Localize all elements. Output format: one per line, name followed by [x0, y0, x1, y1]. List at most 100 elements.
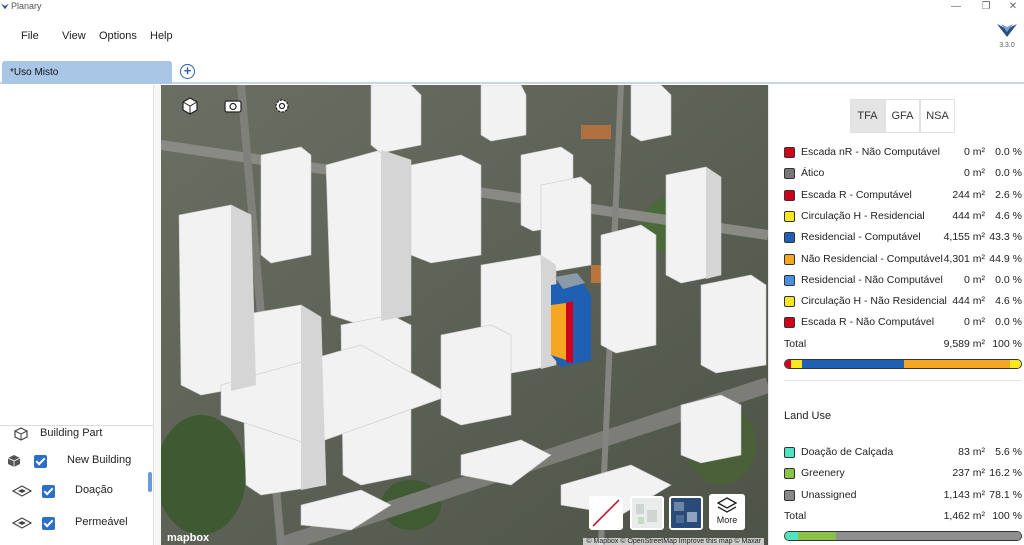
color-swatch: [784, 253, 795, 265]
more-layers-button[interactable]: More: [709, 494, 745, 530]
area-row: Circulação H - Residencial 444 m² 4.6 %: [769, 207, 1024, 227]
new-building-checkbox[interactable]: [34, 455, 47, 468]
permeavel-checkbox[interactable]: [42, 517, 55, 530]
color-swatch: [784, 447, 795, 458]
row-pct: 16.2 %: [989, 467, 1022, 480]
row-pct: 0.0 %: [995, 167, 1022, 180]
panel-splitter[interactable]: [153, 85, 161, 545]
area-row: Greenery 237 m² 16.2 %: [769, 464, 1024, 484]
area-row: Não Residencial - Computável 4,301 m² 44.9…: [769, 250, 1024, 270]
doacao-checkbox[interactable]: [42, 485, 55, 498]
area-row: Ático 0 m² 0.0 %: [769, 164, 1024, 184]
area-row: Residencial - Não Computável 0 m² 0.0 %: [769, 271, 1024, 291]
color-swatch: [784, 210, 795, 222]
menu-view[interactable]: View: [62, 30, 86, 42]
row-pct: 0.0 %: [995, 273, 1022, 286]
add-tab-button[interactable]: +: [180, 64, 195, 79]
light-layer-icon[interactable]: [630, 496, 664, 530]
map-attribution[interactable]: © Mapbox © OpenStreetMap Improve this ma…: [583, 538, 764, 545]
tree-item-doacao[interactable]: Doação: [0, 477, 150, 505]
menu-file[interactable]: File: [21, 30, 39, 42]
color-swatch: [784, 189, 795, 201]
cube-view-icon[interactable]: [181, 97, 199, 115]
land-use-title: Land Use: [784, 410, 832, 422]
tree-item-permeavel[interactable]: Permeável: [0, 509, 150, 537]
bar-segment: [836, 532, 1021, 540]
row-label: Não Residencial - Computável: [801, 252, 943, 265]
row-pct: 0.0 %: [995, 316, 1022, 329]
row-label: Residencial - Não Computável: [801, 273, 943, 286]
tab-uso-misto[interactable]: *Uso Misto: [2, 61, 172, 84]
row-area: 444 m²: [952, 295, 985, 308]
tree-item-building-part[interactable]: Building Part: [0, 418, 150, 446]
bar-segment: [798, 532, 837, 540]
area-distribution-bar: [784, 359, 1022, 369]
row-area: 244 m²: [952, 188, 985, 201]
area-row: Unassigned 1,143 m² 78.1 %: [769, 486, 1024, 506]
layers-icon: [716, 497, 738, 513]
row-area: 444 m²: [952, 209, 985, 222]
row-pct: 5.6 %: [995, 446, 1022, 458]
app-logo-icon: [1, 3, 9, 10]
camera-icon[interactable]: [224, 97, 242, 115]
color-swatch: [784, 296, 795, 308]
mode-nsa-button[interactable]: NSA: [920, 99, 955, 133]
area-total-row: Total 9,589 m² 100 %: [769, 335, 1024, 355]
city-3d-scene[interactable]: [161, 85, 768, 545]
menu-options[interactable]: Options: [99, 30, 137, 42]
bar-segment: [791, 360, 802, 368]
bar-segment: [904, 360, 1011, 368]
tree-label: New Building: [67, 454, 132, 466]
row-label: Unassigned: [801, 488, 857, 501]
row-label: Circulação H - Não Residencial: [801, 295, 947, 308]
settings-icon[interactable]: [273, 97, 291, 115]
satellite-layer-icon[interactable]: [669, 496, 703, 530]
row-label: Ático: [801, 167, 825, 180]
mode-tfa-button[interactable]: TFA: [850, 99, 885, 133]
row-area: 1,143 m²: [943, 488, 985, 501]
menu-help[interactable]: Help: [150, 30, 173, 42]
area-row: Residencial - Computável 4,155 m² 43.3 %: [769, 228, 1024, 248]
row-area: 0 m²: [964, 273, 985, 286]
row-pct: 44.9 %: [989, 252, 1022, 265]
map-view[interactable]: mapbox © Mapbox © OpenStreetMap Improve …: [161, 85, 768, 545]
tree-label: Building Part: [40, 427, 103, 439]
row-label: Doação de Calçada: [801, 446, 894, 458]
row-label: Escada R - Não Computável: [801, 316, 935, 329]
color-swatch: [784, 274, 795, 286]
tab-bar: *Uso Misto +: [0, 60, 1024, 84]
row-area: 83 m²: [958, 446, 985, 458]
mapbox-logo[interactable]: mapbox: [167, 532, 209, 544]
tree-item-new-building[interactable]: New Building: [0, 447, 150, 475]
restore-button[interactable]: ❐: [976, 0, 996, 14]
row-pct: 43.3 %: [989, 231, 1022, 244]
minimize-button[interactable]: —: [946, 0, 966, 14]
row-label: Escada nR - Não Computável: [801, 146, 940, 158]
color-swatch: [784, 147, 795, 158]
tree-scrollbar[interactable]: [148, 472, 152, 492]
section-divider: [784, 380, 1022, 381]
total-area: 1,462 m²: [943, 510, 985, 522]
row-label: Residencial - Computável: [801, 231, 921, 244]
row-pct: 0.0 %: [995, 146, 1022, 158]
close-button[interactable]: ✕: [1003, 0, 1023, 14]
row-area: 4,155 m²: [943, 231, 985, 244]
area-row: Escada R - Computável 244 m² 2.6 %: [769, 186, 1024, 206]
mode-gfa-button[interactable]: GFA: [885, 99, 920, 133]
building-part-icon: [14, 427, 28, 441]
land-use-distribution-bar: [784, 531, 1022, 541]
area-row: Doação de Calçada 83 m² 5.6 %: [769, 443, 1024, 463]
color-swatch: [784, 232, 795, 244]
no-layer-icon[interactable]: [589, 496, 623, 530]
layers-plane-icon: [12, 485, 32, 497]
row-area: 0 m²: [964, 146, 985, 158]
row-area: 0 m²: [964, 316, 985, 329]
cube-icon: [7, 455, 21, 467]
more-label: More: [716, 515, 738, 525]
total-pct: 100 %: [992, 510, 1022, 522]
new-building-model[interactable]: [551, 273, 591, 367]
bar-segment: [785, 532, 799, 540]
bar-segment: [1010, 360, 1021, 368]
total-area: 9,589 m²: [943, 338, 985, 350]
total-label: Total: [784, 338, 807, 350]
